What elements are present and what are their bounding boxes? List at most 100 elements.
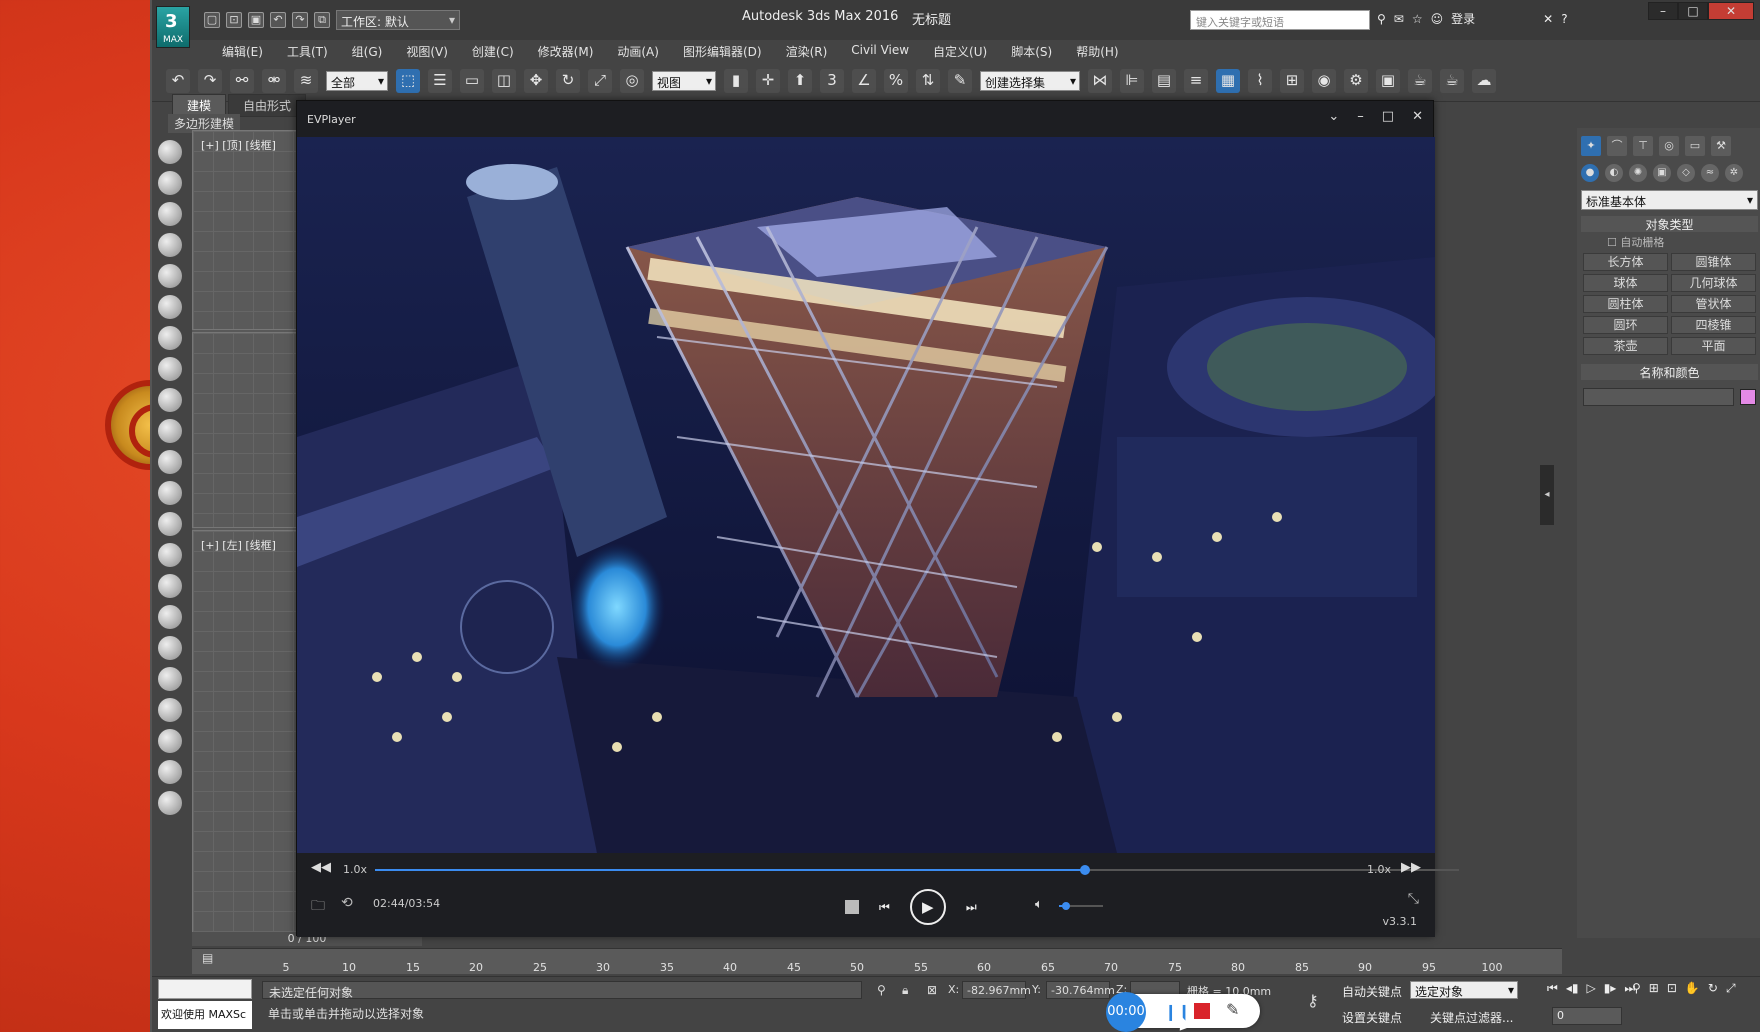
- object-type-rollout[interactable]: 对象类型: [1581, 216, 1758, 232]
- light-icon[interactable]: [158, 264, 182, 288]
- volume-thumb[interactable]: [1061, 902, 1070, 910]
- primitive-type-select[interactable]: 标准基本体: [1581, 190, 1758, 210]
- login-link[interactable]: 登录: [1451, 10, 1475, 27]
- render-iterative-icon[interactable]: ☕: [1440, 68, 1464, 93]
- object-type-button[interactable]: 长方体: [1583, 253, 1668, 271]
- user-icon[interactable]: ☺: [1431, 12, 1444, 26]
- autogrid-checkbox[interactable]: ☐ 自动栅格: [1607, 234, 1760, 250]
- menu-item[interactable]: 修改器(M): [526, 40, 606, 60]
- rewind-icon[interactable]: ◀◀: [311, 860, 331, 875]
- pen-icon[interactable]: ✎: [1226, 1000, 1239, 1019]
- menu-item[interactable]: 编辑(E): [210, 40, 275, 60]
- auto-key-button[interactable]: 自动关键点: [1342, 983, 1402, 1000]
- hair-icon[interactable]: [158, 760, 182, 784]
- curve-editor-mini-icon[interactable]: ▤: [202, 951, 213, 965]
- sphere-icon[interactable]: [158, 419, 182, 443]
- key-icon[interactable]: ⚷: [1307, 991, 1319, 1010]
- link-icon[interactable]: ⚯: [230, 68, 254, 93]
- y-coordinate-field[interactable]: -30.764mm: [1046, 981, 1115, 999]
- viewport-label[interactable]: [+] [左] [线框]: [201, 537, 276, 553]
- shapes-icon[interactable]: ◐: [1605, 164, 1623, 182]
- exchange-icon[interactable]: ✕: [1543, 12, 1553, 26]
- current-frame-input[interactable]: 0: [1552, 1007, 1622, 1025]
- keyboard-shortcut-icon[interactable]: ⬆: [788, 68, 812, 93]
- undo-icon[interactable]: ↶: [166, 68, 190, 93]
- object-type-button[interactable]: 平面: [1671, 337, 1756, 355]
- object-name-input[interactable]: [1583, 388, 1734, 406]
- redo-icon[interactable]: ↷: [292, 12, 308, 28]
- cloth-icon[interactable]: [158, 791, 182, 815]
- cylinder-icon[interactable]: [158, 481, 182, 505]
- object-type-button[interactable]: 圆环: [1583, 316, 1668, 334]
- menu-item[interactable]: 渲染(R): [774, 40, 840, 60]
- panel-collapse-handle[interactable]: ◂: [1540, 465, 1554, 525]
- list-icon[interactable]: [158, 202, 182, 226]
- menu-item[interactable]: 图形编辑器(D): [671, 40, 774, 60]
- orbit-icon[interactable]: ↻: [1708, 981, 1718, 996]
- motion-tab-icon[interactable]: ◎: [1659, 136, 1679, 156]
- snaps-toggle-icon[interactable]: 3: [820, 68, 844, 93]
- object-type-button[interactable]: 几何球体: [1671, 274, 1756, 292]
- help-icon[interactable]: ?: [1561, 12, 1567, 26]
- helper-icon[interactable]: [158, 326, 182, 350]
- zoom-all-icon[interactable]: ⊞: [1649, 981, 1659, 996]
- rendered-frame-icon[interactable]: ▣: [1376, 68, 1400, 93]
- dynamics-icon[interactable]: [158, 636, 182, 660]
- teapot-icon[interactable]: [158, 140, 182, 164]
- minimize-button[interactable]: –: [1648, 2, 1678, 20]
- key-filters-button[interactable]: 关键点过滤器...: [1430, 1009, 1513, 1026]
- name-color-rollout[interactable]: 名称和颜色: [1581, 364, 1758, 380]
- chevron-down-icon[interactable]: ⌄: [1328, 109, 1339, 124]
- loop-icon[interactable]: ⟲: [341, 895, 353, 911]
- speed-left-label[interactable]: 1.0x: [343, 863, 367, 876]
- a360-render-icon[interactable]: ☁: [1472, 68, 1496, 93]
- menu-item[interactable]: Civil View: [839, 40, 921, 60]
- render-icon[interactable]: [158, 171, 182, 195]
- schematic-view-icon[interactable]: ⊞: [1280, 68, 1304, 93]
- select-by-name-icon[interactable]: ☰: [428, 68, 452, 93]
- box-icon[interactable]: [158, 388, 182, 412]
- viewport-label[interactable]: [+] [顶] [线框]: [201, 137, 276, 153]
- spacewarps-icon[interactable]: ≈: [1701, 164, 1719, 182]
- pan-icon[interactable]: ✋: [1685, 981, 1700, 996]
- menu-item[interactable]: 视图(V): [394, 40, 460, 60]
- cone-icon[interactable]: [158, 512, 182, 536]
- helpers-icon[interactable]: ◇: [1677, 164, 1695, 182]
- fullscreen-icon[interactable]: ⤡: [1408, 891, 1419, 907]
- reference-coord-select[interactable]: 视图: [652, 70, 716, 91]
- previous-frame-icon[interactable]: ◂▮: [1566, 981, 1579, 996]
- menu-item[interactable]: 帮助(H): [1064, 40, 1130, 60]
- move-icon[interactable]: ✥: [524, 68, 548, 93]
- go-to-start-icon[interactable]: ⏮: [1547, 981, 1558, 996]
- zoom-extents-icon[interactable]: ⊡: [1667, 981, 1677, 996]
- object-type-button[interactable]: 圆柱体: [1583, 295, 1668, 313]
- geometry-icon[interactable]: ●: [1581, 164, 1599, 182]
- next-frame-icon[interactable]: ▮▸: [1604, 981, 1617, 996]
- curve-editor-icon[interactable]: ⌇: [1248, 68, 1272, 93]
- menu-item[interactable]: 创建(C): [460, 40, 526, 60]
- new-file-icon[interactable]: ▢: [204, 12, 220, 28]
- modify-tab-icon[interactable]: ⌒: [1607, 136, 1627, 156]
- progress-bar[interactable]: [375, 865, 1459, 875]
- play-icon[interactable]: ▷: [1586, 981, 1595, 996]
- globe-icon[interactable]: [158, 698, 182, 722]
- workspace-select[interactable]: 工作区: 默认: [336, 10, 460, 30]
- create-tab-icon[interactable]: ✦: [1581, 136, 1601, 156]
- named-selection-select[interactable]: 创建选择集: [980, 70, 1080, 91]
- progress-thumb[interactable]: [1080, 865, 1091, 875]
- cameras-icon[interactable]: ▣: [1653, 164, 1671, 182]
- render-production-icon[interactable]: ☕: [1408, 68, 1432, 93]
- stop-icon[interactable]: [845, 900, 859, 914]
- hierarchy-tab-icon[interactable]: ⊤: [1633, 136, 1653, 156]
- maxscript-mini-listener[interactable]: 欢迎使用 MAXSc: [158, 1001, 252, 1029]
- torus-icon[interactable]: [158, 574, 182, 598]
- zoom-icon[interactable]: ⚲: [1632, 981, 1641, 996]
- maximize-viewport-icon[interactable]: ⤢: [1726, 981, 1736, 996]
- place-icon[interactable]: ◎: [620, 68, 644, 93]
- project-folder-icon[interactable]: ⧉: [314, 12, 330, 28]
- table-icon[interactable]: [158, 233, 182, 257]
- next-icon[interactable]: ⏭: [966, 900, 977, 915]
- menu-item[interactable]: 工具(T): [275, 40, 340, 60]
- object-color-swatch[interactable]: [1740, 389, 1756, 405]
- stop-record-icon[interactable]: [1194, 1003, 1210, 1019]
